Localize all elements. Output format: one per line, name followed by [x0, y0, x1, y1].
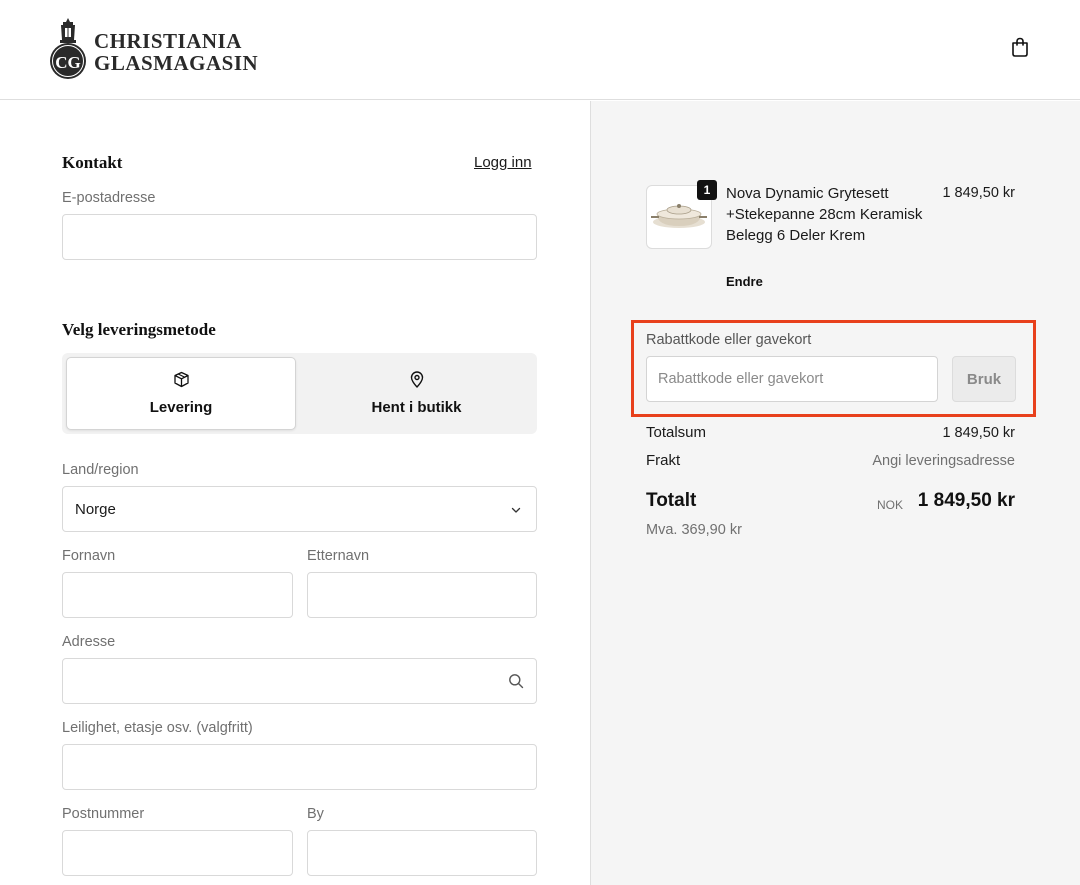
search-icon[interactable]	[508, 673, 524, 694]
store-logo[interactable]: CG CHRISTIANIA GLASMAGASIN	[48, 16, 258, 80]
apartment-field[interactable]	[62, 744, 537, 790]
quantity-badge: 1	[697, 180, 717, 200]
order-summary: 1 Nova Dynamic Grytesett +Stekepanne 28c…	[590, 101, 1080, 885]
shipping-value: Angi leveringsadresse	[872, 453, 1015, 469]
delivery-method-toggle: Levering Hent i butikk	[62, 353, 537, 434]
shipping-label: Frakt	[646, 452, 681, 469]
city-input[interactable]	[308, 831, 536, 875]
login-link[interactable]: Logg inn	[474, 154, 532, 171]
product-thumbnail: 1	[646, 180, 717, 249]
city-field[interactable]	[307, 830, 537, 876]
subtotal-label: Totalsum	[646, 424, 707, 441]
last-name-label: Etternavn	[307, 548, 370, 564]
address-label: Adresse	[62, 634, 116, 650]
email-input[interactable]	[63, 215, 536, 259]
contact-title: Kontakt	[62, 153, 123, 172]
postal-code-input[interactable]	[63, 831, 292, 875]
first-name-field[interactable]	[62, 572, 293, 618]
apply-discount-button[interactable]: Bruk	[952, 356, 1016, 402]
delivery-method-title: Velg leveringsmetode	[62, 320, 216, 339]
discount-field[interactable]	[646, 356, 938, 402]
cart-button[interactable]	[1007, 36, 1033, 62]
country-select[interactable]: Norge	[62, 486, 537, 532]
first-name-label: Fornavn	[62, 548, 116, 564]
edit-item-link[interactable]: Endre	[726, 274, 763, 289]
product-price: 1 849,50 kr	[942, 185, 1015, 201]
address-field[interactable]	[62, 658, 537, 704]
address-input[interactable]	[63, 659, 536, 703]
svg-text:CG: CG	[55, 53, 81, 72]
total-currency: NOK	[876, 498, 903, 512]
logo-lantern-icon: CG	[48, 16, 88, 80]
checkout-form: Kontakt Logg inn E-postadresse Velg leve…	[0, 101, 590, 885]
last-name-input[interactable]	[308, 573, 536, 617]
postal-code-field[interactable]	[62, 830, 293, 876]
apartment-label: Leilighet, etasje osv. (valgfritt)	[62, 720, 253, 736]
total-label: Totalt	[646, 490, 697, 511]
logo-line-2: GLASMAGASIN	[94, 51, 259, 75]
delivery-option-label: Hent i butikk	[371, 399, 462, 416]
vat-amount: Mva. 369,90 kr	[646, 522, 742, 538]
country-value: Norge	[75, 501, 116, 518]
logo-line-1: CHRISTIANIA	[94, 29, 242, 53]
discount-label: Rabattkode eller gavekort	[646, 332, 812, 348]
total-value: 1 849,50 kr	[917, 490, 1015, 511]
apartment-input[interactable]	[63, 745, 536, 789]
postal-code-label: Postnummer	[62, 806, 145, 822]
site-header: CG CHRISTIANIA GLASMAGASIN	[0, 0, 1080, 100]
chevron-down-icon	[510, 503, 522, 521]
discount-code-input[interactable]	[647, 357, 937, 401]
shopping-bag-icon	[1009, 36, 1031, 63]
delivery-option-pickup[interactable]: Hent i butikk	[300, 357, 533, 430]
city-label: By	[307, 806, 324, 822]
delivery-option-shipping[interactable]: Levering	[66, 357, 296, 430]
last-name-field[interactable]	[307, 572, 537, 618]
country-label: Land/region	[62, 462, 139, 478]
email-field[interactable]	[62, 214, 537, 260]
logo-wordmark: CHRISTIANIA GLASMAGASIN	[94, 30, 258, 74]
delivery-option-label: Levering	[149, 399, 213, 416]
product-name: Nova Dynamic Grytesett +Stekepanne 28cm …	[726, 185, 923, 244]
first-name-input[interactable]	[63, 573, 292, 617]
email-label: E-postadresse	[62, 190, 156, 206]
location-pin-icon	[409, 371, 425, 393]
box-icon	[173, 371, 190, 393]
subtotal-value: 1 849,50 kr	[942, 425, 1015, 441]
